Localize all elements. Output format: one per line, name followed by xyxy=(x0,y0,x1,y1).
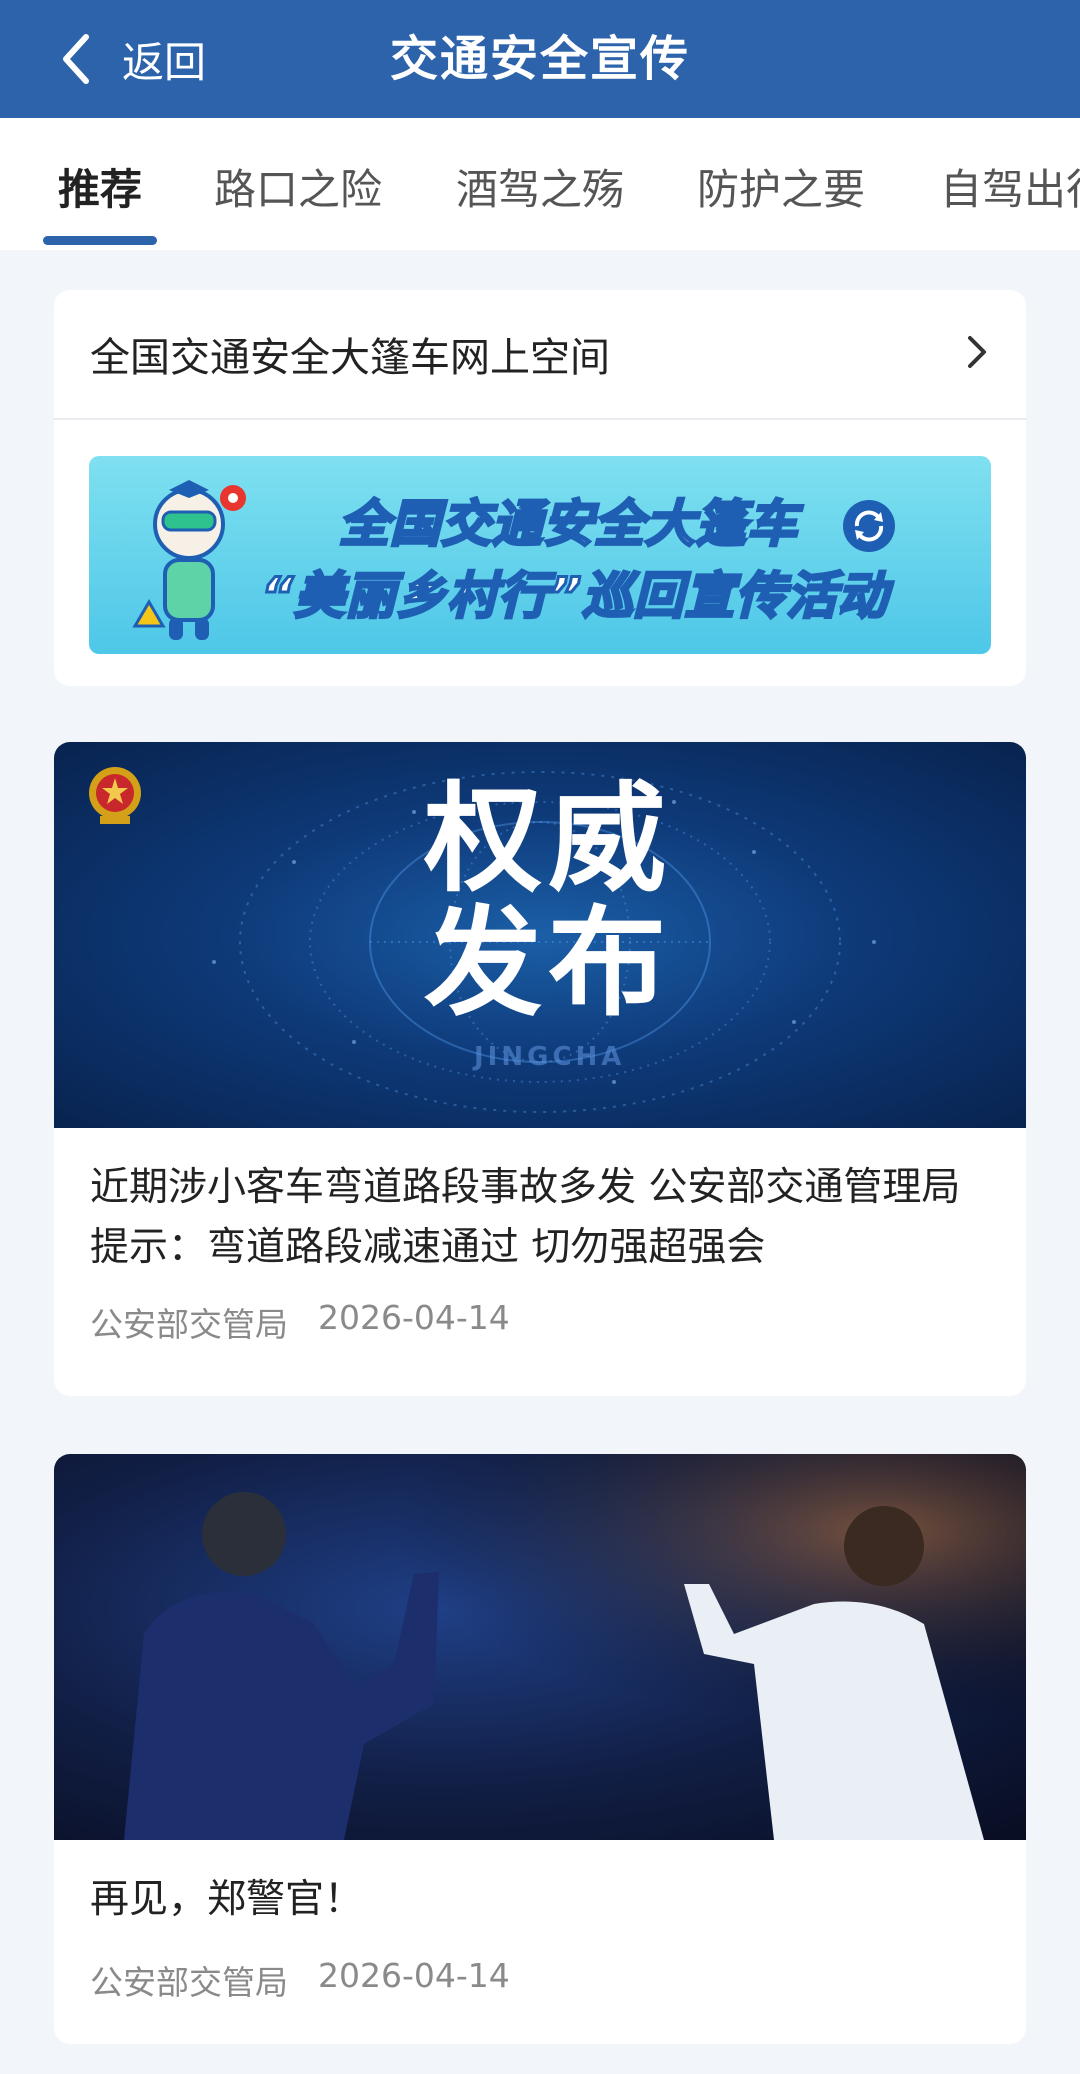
mascot-icon xyxy=(132,480,246,640)
promo-title: 全国交通安全大篷车网上空间 xyxy=(90,335,610,381)
news-title: 再见，郑警官！ xyxy=(90,1877,364,1922)
tab-protection[interactable]: 防护之要 xyxy=(697,156,865,217)
top-app-bar: 返回 交通安全宣传 xyxy=(0,0,1080,118)
news-cover-image xyxy=(54,1454,1026,1840)
news-source: 公安部交管局 xyxy=(90,1963,288,2002)
tab-recommended[interactable]: 推荐 xyxy=(58,156,142,217)
police-emblem-icon xyxy=(89,767,141,824)
tab-intersection-danger[interactable]: 路口之险 xyxy=(214,156,382,217)
promo-link-row[interactable]: 全国交通安全大篷车网上空间 xyxy=(54,290,1026,420)
news-meta: 公安部交管局 2026-04-14 xyxy=(54,1930,1026,2004)
news-date: 2026-04-14 xyxy=(318,1956,510,1995)
page-title: 交通安全宣传 xyxy=(389,31,690,87)
news-date: 2026-04-14 xyxy=(318,1298,510,1337)
cover-watermark: JINGCHA xyxy=(474,1042,626,1072)
tab-drunk-driving[interactable]: 酒驾之殇 xyxy=(456,156,624,217)
cover-headline-line1: 权威 xyxy=(424,770,673,908)
campaign-banner[interactable]: 全国交通安全大篷车 “美丽乡村行”巡回宣传活动 xyxy=(89,456,991,654)
news-card[interactable]: 权威 发布 JINGCHA 近期涉小客车弯道路段事故多发 公安部交通管理局提示：… xyxy=(54,742,1026,1396)
promo-card: 全国交通安全大篷车网上空间 全国交通安全大篷车 “美丽乡村行”巡回宣传活动 xyxy=(54,290,1026,686)
tab-self-driving[interactable]: 自驾出行 xyxy=(940,156,1080,217)
news-source: 公安部交管局 xyxy=(90,1305,288,1344)
active-tab-indicator xyxy=(43,236,157,245)
chevron-right-icon xyxy=(964,334,990,374)
stage-performers-graphic xyxy=(54,1454,1026,1840)
news-cover-image: 权威 发布 JINGCHA xyxy=(54,742,1026,1128)
category-tabs: 推荐 路口之险 酒驾之殇 防护之要 自驾出行 xyxy=(0,118,1080,250)
news-title: 近期涉小客车弯道路段事故多发 公安部交通管理局提示：弯道路段减速通过 切勿强超强… xyxy=(90,1165,961,1270)
banner-subline: “美丽乡村行”巡回宣传活动 xyxy=(259,566,889,627)
cover-headline-line2: 发布 xyxy=(424,894,673,1032)
news-card[interactable]: 再见，郑警官！ 公安部交管局 2026-04-14 xyxy=(54,1454,1026,2044)
refresh-icon xyxy=(843,500,895,552)
banner-headline: 全国交通安全大篷车 xyxy=(338,494,799,555)
news-meta: 公安部交管局 2026-04-14 xyxy=(54,1278,1026,1346)
